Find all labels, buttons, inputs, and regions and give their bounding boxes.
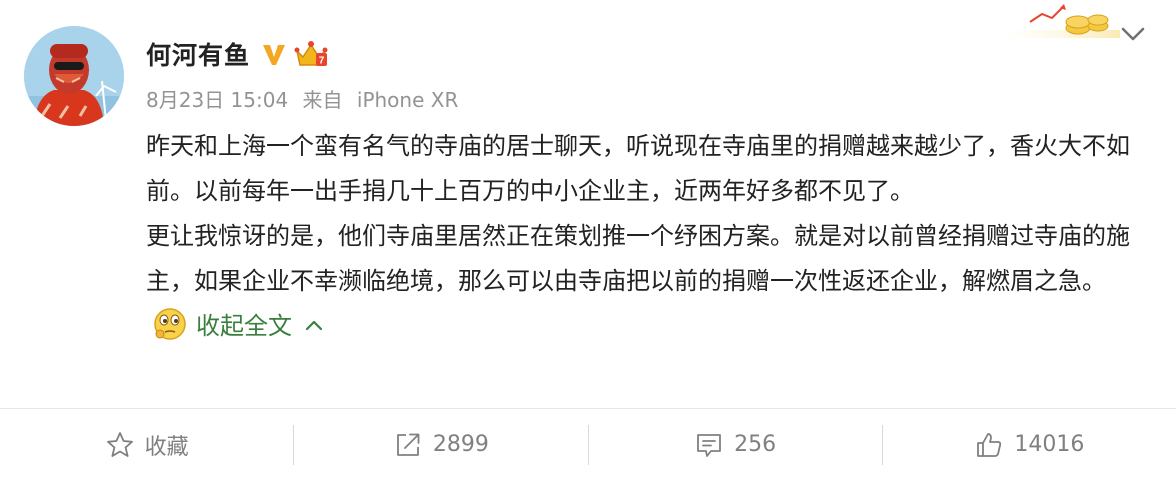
source-prefix: 来自 (302, 88, 343, 112)
svg-text:7: 7 (319, 56, 325, 67)
vip-v-badge-icon (263, 45, 286, 65)
source-device[interactable]: iPhone XR (357, 88, 458, 112)
post-paragraph-2: 更让我惊讶的是，他们寺庙里居然正在策划推一个纾困方案。就是对以前曾经捐赠过寺庙的… (146, 214, 1146, 349)
favorite-button[interactable]: 收藏 (0, 409, 293, 480)
decorative-coins-icon (1000, 4, 1120, 38)
post-date: 8月23日 15:04 (146, 88, 289, 112)
star-icon (106, 431, 133, 457)
thinking-emoji-icon (154, 308, 186, 340)
post-content: 昨天和上海一个蛮有名气的寺庙的居士聊天，听说现在寺庙里的捐赠越来越少了，香火大不… (146, 124, 1146, 349)
username[interactable]: 何河有鱼 (146, 36, 250, 72)
chevron-down-icon[interactable] (1118, 24, 1148, 44)
like-count: 14016 (1014, 432, 1085, 457)
share-icon (396, 433, 420, 456)
post-header: 何河有鱼 7 (146, 34, 328, 74)
thumbs-up-icon (977, 432, 1002, 457)
comment-count: 256 (734, 432, 777, 457)
comment-icon (697, 433, 722, 457)
collapse-full-text-link[interactable]: 收起全文 (196, 312, 292, 340)
like-button[interactable]: 14016 (883, 409, 1176, 480)
weibo-post-card: 何河有鱼 7 8月23日 15:04 来自 iPhone XR 昨天和上海一个蛮… (0, 0, 1176, 410)
post-paragraph-2-text: 更让我惊讶的是，他们寺庙里居然正在策划推一个纾困方案。就是对以前曾经捐赠过寺庙的… (146, 222, 1130, 295)
favorite-label: 收藏 (144, 434, 189, 460)
comment-button[interactable]: 256 (589, 409, 882, 480)
repost-count: 2899 (432, 432, 489, 457)
chevron-up-icon[interactable] (304, 318, 324, 332)
post-paragraph-1: 昨天和上海一个蛮有名气的寺庙的居士聊天，听说现在寺庙里的捐赠越来越少了，香火大不… (146, 132, 1130, 205)
post-meta: 8月23日 15:04 来自 iPhone XR (146, 84, 466, 113)
action-bar: 收藏 2899 256 14016 (0, 409, 1176, 480)
crown-badge-icon[interactable]: 7 (294, 39, 328, 69)
repost-button[interactable]: 2899 (294, 409, 587, 480)
avatar[interactable] (24, 26, 124, 126)
avatar-image (24, 26, 124, 126)
